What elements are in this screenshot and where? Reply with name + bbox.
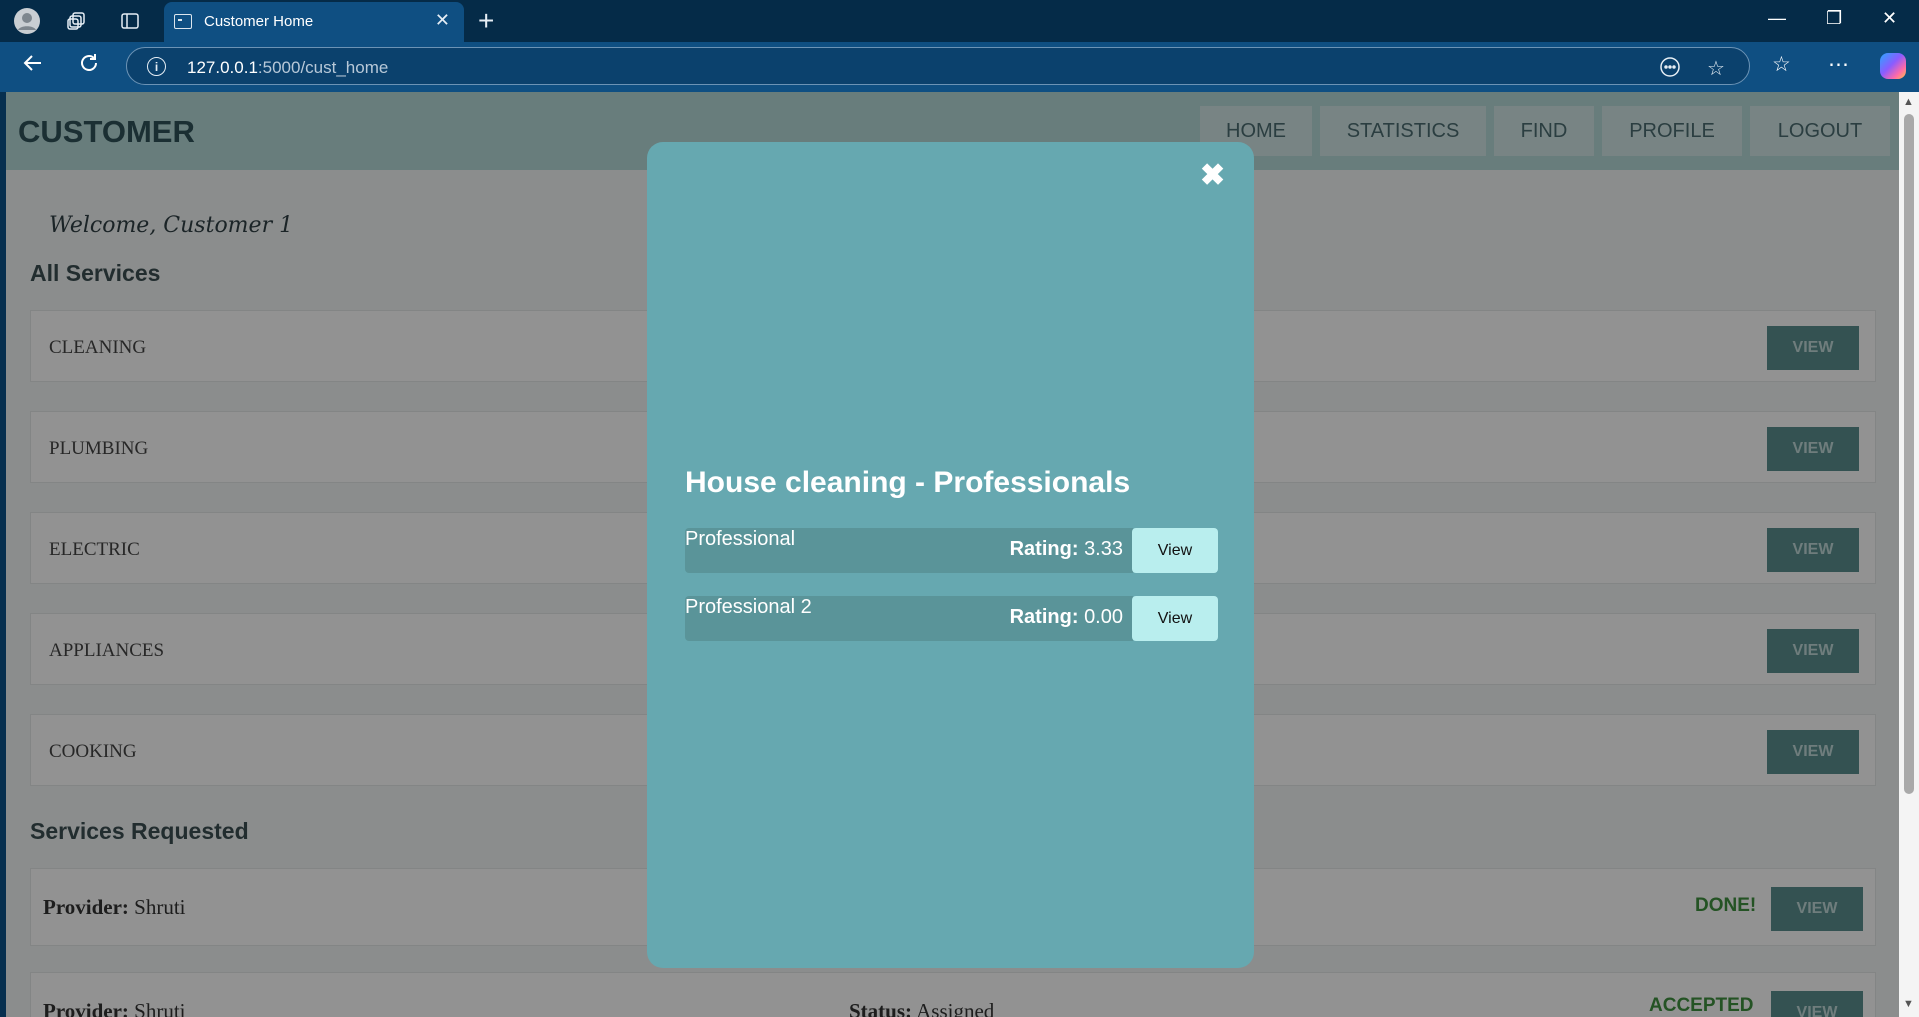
professional-rating: Rating: 0.00 bbox=[1009, 606, 1123, 628]
professional-name: Professional bbox=[685, 528, 796, 550]
view-professional-button[interactable]: View bbox=[1132, 528, 1218, 573]
scroll-down-icon[interactable]: ▼ bbox=[1903, 998, 1914, 1010]
professional-row: Professional 2 Rating: 0.00 View bbox=[685, 596, 1218, 641]
tab-close-icon[interactable]: ✕ bbox=[435, 10, 450, 31]
read-aloud-icon[interactable] bbox=[1659, 56, 1681, 84]
address-bar: i 127.0.0.1:5000/cust_home ☆ ☆ ⋯ bbox=[0, 42, 1919, 92]
more-menu-icon[interactable]: ⋯ bbox=[1828, 52, 1849, 77]
url-text: 127.0.0.1:5000/cust_home bbox=[187, 58, 389, 77]
tab-customer-home[interactable]: Customer Home ✕ bbox=[164, 2, 464, 42]
favorites-icon[interactable]: ☆ bbox=[1772, 52, 1791, 77]
window-close-icon[interactable]: ✕ bbox=[1882, 8, 1897, 29]
browser-titlebar: Customer Home ✕ + — ❐ ✕ bbox=[0, 0, 1919, 42]
favorite-star-icon[interactable]: ☆ bbox=[1707, 56, 1725, 81]
url-input[interactable]: i 127.0.0.1:5000/cust_home ☆ bbox=[126, 47, 1750, 85]
professionals-modal: ✖ House cleaning - Professionals Profess… bbox=[647, 142, 1254, 968]
copilot-icon[interactable] bbox=[1880, 53, 1906, 79]
modal-title: House cleaning - Professionals bbox=[685, 466, 1131, 499]
terminal-favicon-icon bbox=[174, 14, 192, 29]
page-scrollbar[interactable]: ▲ ▼ bbox=[1899, 92, 1919, 1017]
professional-rating: Rating: 3.33 bbox=[1009, 538, 1123, 560]
minimize-icon[interactable]: — bbox=[1768, 8, 1786, 29]
professional-row: Professional Rating: 3.33 View bbox=[685, 528, 1218, 573]
tab-actions-icon[interactable] bbox=[115, 6, 145, 36]
professional-name: Professional 2 bbox=[685, 596, 812, 618]
page-viewport: CUSTOMER HOME STATISTICS FIND PROFILE LO… bbox=[6, 92, 1899, 1017]
new-tab-icon[interactable]: + bbox=[478, 5, 494, 37]
scroll-up-icon[interactable]: ▲ bbox=[1903, 96, 1914, 108]
scrollbar-thumb[interactable] bbox=[1904, 114, 1914, 794]
site-info-icon[interactable]: i bbox=[147, 57, 166, 76]
close-icon[interactable]: ✖ bbox=[1200, 158, 1225, 193]
view-professional-button[interactable]: View bbox=[1132, 596, 1218, 641]
refresh-icon[interactable] bbox=[78, 52, 100, 80]
tab-title: Customer Home bbox=[204, 13, 314, 30]
profile-icon[interactable] bbox=[12, 6, 42, 36]
restore-icon[interactable]: ❐ bbox=[1826, 8, 1842, 29]
back-icon[interactable] bbox=[22, 52, 44, 80]
workspaces-icon[interactable] bbox=[62, 6, 92, 36]
